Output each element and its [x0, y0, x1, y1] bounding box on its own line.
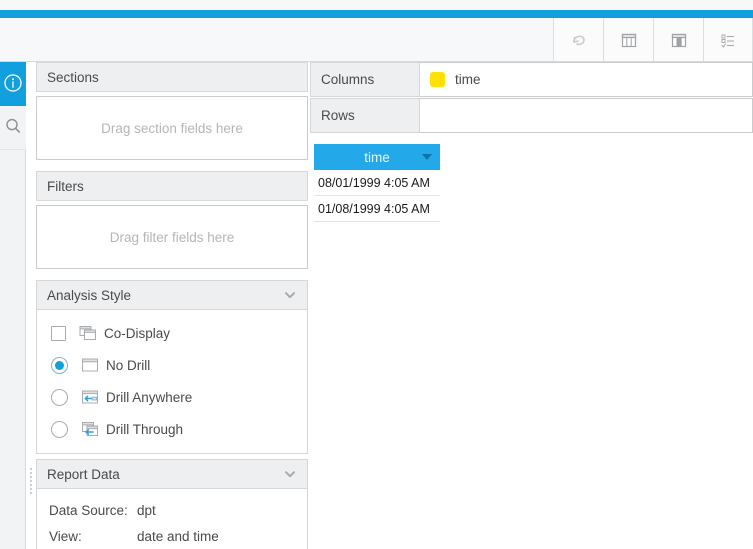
- data-grid-column-header[interactable]: time: [314, 144, 440, 170]
- sections-dropzone-placeholder: Drag section fields here: [101, 120, 243, 136]
- view-label: View:: [49, 528, 82, 544]
- left-icon-rail: [0, 62, 26, 549]
- report-data-panel: Report Data Data Source: dpt View: date …: [36, 459, 308, 549]
- table-row[interactable]: 08/01/1999 4:05 AM: [314, 170, 440, 196]
- list-icon: [717, 29, 739, 51]
- columns-shelf-well[interactable]: time: [420, 62, 753, 97]
- list-button[interactable]: [703, 18, 753, 61]
- chevron-down-icon[interactable]: [283, 288, 297, 302]
- drill-anywhere-icon: [81, 389, 99, 405]
- data-source-label: Data Source:: [49, 502, 128, 518]
- field-chip-label: time: [455, 72, 481, 87]
- option-co-display-label: Co-Display: [104, 325, 171, 341]
- info-icon: [3, 73, 23, 96]
- columns-shelf: Columns time: [310, 62, 753, 97]
- filters-dropzone-placeholder: Drag filter fields here: [109, 229, 235, 245]
- sections-panel-title: Sections: [47, 69, 99, 85]
- undo-button[interactable]: [553, 18, 603, 61]
- cell-value: 01/08/1999 4:05 AM: [318, 201, 430, 216]
- option-drill-anywhere[interactable]: Drill Anywhere: [37, 381, 307, 413]
- no-drill-icon: [81, 357, 99, 373]
- rows-shelf-label: Rows: [310, 98, 420, 133]
- crosstab-icon: [668, 29, 690, 51]
- option-drill-anywhere-label: Drill Anywhere: [106, 389, 193, 405]
- sections-dropzone[interactable]: Drag section fields here: [36, 96, 308, 160]
- no-drill-radio[interactable]: [51, 356, 68, 374]
- analysis-style-panel: Analysis Style Co-Display No Drill Drill…: [36, 280, 308, 454]
- rows-shelf: Rows: [310, 98, 753, 133]
- filters-panel: Filters Drag filter fields here: [36, 171, 308, 269]
- co-display-checkbox[interactable]: [51, 325, 66, 341]
- report-canvas: Columns time Rows time 08/01/1999 4:05 A…: [310, 62, 753, 549]
- report-data-row: Data Source: dpt: [37, 497, 307, 523]
- table-icon: [618, 29, 640, 51]
- option-drill-through-label: Drill Through: [106, 421, 184, 437]
- filters-panel-header[interactable]: Filters: [36, 171, 308, 201]
- option-no-drill-label: No Drill: [106, 357, 151, 373]
- sections-panel: Sections Drag section fields here: [36, 62, 308, 160]
- report-data-body: Data Source: dpt View: date and time: [36, 489, 308, 549]
- report-data-title: Report Data: [47, 466, 120, 482]
- window-top-strip: [0, 0, 753, 10]
- data-grid-column-header-label: time: [364, 149, 390, 165]
- data-source-value: dpt: [137, 502, 156, 518]
- field-color-swatch: [430, 72, 445, 87]
- analysis-style-options: Co-Display No Drill Drill Anywhere Drill…: [36, 310, 308, 454]
- co-display-icon: [79, 325, 97, 341]
- option-co-display[interactable]: Co-Display: [37, 317, 307, 349]
- chevron-down-icon[interactable]: [283, 467, 297, 481]
- panel-resize-grip[interactable]: [27, 466, 35, 494]
- analysis-style-header[interactable]: Analysis Style: [36, 280, 308, 310]
- cell-value: 08/01/1999 4:05 AM: [318, 175, 430, 190]
- table-button[interactable]: [603, 18, 653, 61]
- toolbar-button-group: [553, 18, 753, 61]
- analysis-style-title: Analysis Style: [47, 287, 132, 303]
- report-data-header[interactable]: Report Data: [36, 459, 308, 489]
- undo-icon: [568, 29, 590, 51]
- filters-panel-title: Filters: [47, 178, 84, 194]
- columns-shelf-label: Columns: [310, 62, 420, 97]
- table-row[interactable]: 01/08/1999 4:05 AM: [314, 196, 440, 222]
- drill-through-icon: [81, 421, 99, 437]
- report-builder-window: Sections Drag section fields here Filter…: [0, 0, 753, 549]
- rail-item-search[interactable]: [0, 106, 26, 150]
- rail-item-info[interactable]: [0, 62, 26, 106]
- filters-dropzone[interactable]: Drag filter fields here: [36, 205, 308, 269]
- field-chip-time[interactable]: time: [430, 72, 481, 87]
- rows-shelf-well[interactable]: [420, 98, 753, 133]
- drill-anywhere-radio[interactable]: [51, 388, 68, 406]
- search-icon: [3, 116, 23, 139]
- drill-through-radio[interactable]: [51, 420, 68, 438]
- sections-panel-header[interactable]: Sections: [36, 62, 308, 92]
- crosstab-button[interactable]: [653, 18, 703, 61]
- left-panel-column: Sections Drag section fields here Filter…: [26, 62, 310, 549]
- option-drill-through[interactable]: Drill Through: [37, 413, 307, 445]
- view-value: date and time: [137, 528, 219, 544]
- brand-accent-bar: [0, 10, 753, 18]
- report-data-row: View: date and time: [37, 523, 307, 549]
- toolbar: [0, 18, 753, 62]
- chevron-down-icon[interactable]: [422, 154, 432, 160]
- data-grid: time 08/01/1999 4:05 AM 01/08/1999 4:05 …: [314, 144, 440, 222]
- option-no-drill[interactable]: No Drill: [37, 349, 307, 381]
